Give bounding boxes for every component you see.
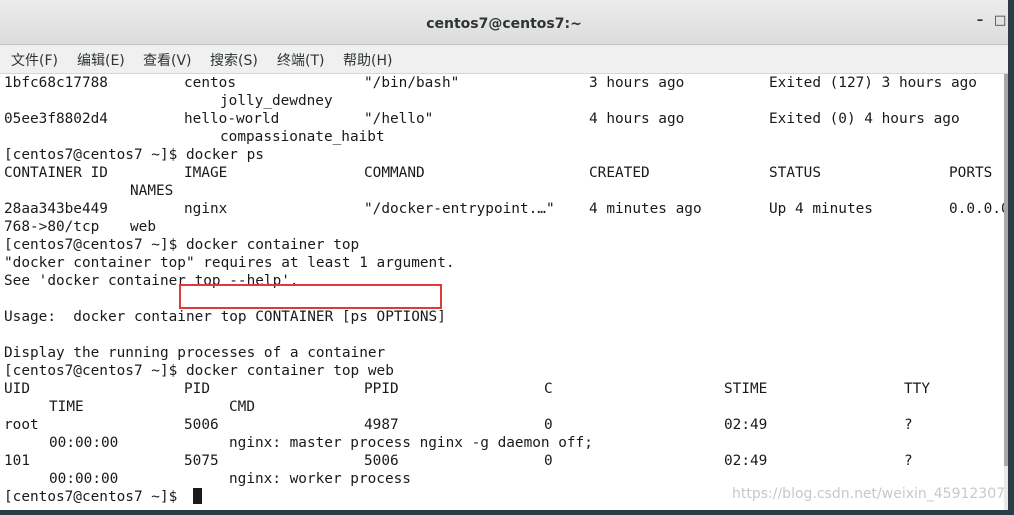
container-command: "/docker-entrypoint.…" <box>364 201 555 217</box>
process-time: 00:00:00 <box>49 435 119 451</box>
menu-bar: 文件(F) 编辑(E) 查看(V) 搜索(S) 终端(T) 帮助(H) <box>0 45 1008 74</box>
container-id: 1bfc68c17788 <box>4 75 108 91</box>
prompt-line: [centos7@centos7 ~]$ docker container to… <box>4 362 394 380</box>
menu-edit[interactable]: 编辑(E) <box>77 50 125 70</box>
column-header: STATUS <box>769 165 821 181</box>
help-hint: See 'docker container top --help'. <box>4 273 299 289</box>
container-name: compassionate_haibt <box>220 129 385 145</box>
prompt-line[interactable]: [centos7@centos7 ~]$ <box>4 488 202 506</box>
column-header: CREATED <box>589 165 650 181</box>
terminal-line: 768->80/tcp web <box>4 218 156 236</box>
container-created: 3 hours ago <box>589 75 685 91</box>
terminal-line: jolly_dewdney <box>4 92 333 110</box>
error-line: "docker container top" requires at least… <box>4 254 455 272</box>
container-ports: 768->80/tcp <box>4 219 100 235</box>
terminal-line: compassionate_haibt <box>4 128 385 146</box>
menu-help[interactable]: 帮助(H) <box>343 50 392 70</box>
prompt-line: [centos7@centos7 ~]$ docker ps <box>4 146 264 164</box>
column-header: C <box>544 381 553 397</box>
terminal-line: NAMES <box>4 182 173 200</box>
container-status: Up 4 minutes <box>769 201 873 217</box>
process-tty: ? <box>904 453 913 469</box>
maximize-button[interactable]: □ <box>994 14 1006 28</box>
process-ppid: 4987 <box>364 417 399 433</box>
command-text: [centos7@centos7 ~]$ docker container to… <box>4 237 360 253</box>
container-command: "/bin/bash" <box>364 75 460 91</box>
process-stime: 02:49 <box>724 453 768 469</box>
menu-view[interactable]: 查看(V) <box>143 50 192 70</box>
container-image: centos <box>184 75 236 91</box>
command-text: [centos7@centos7 ~]$ docker container to… <box>4 363 394 379</box>
process-cmd: nginx: master process nginx -g daemon of… <box>229 435 593 451</box>
column-header: PPID <box>364 381 399 397</box>
column-header: CMD <box>229 399 255 415</box>
watermark: https://blog.csdn.net/weixin_45912307 <box>732 486 1006 502</box>
table-header-row: TIME CMD <box>4 398 255 416</box>
terminal-line: Usage: docker container top CONTAINER [p… <box>4 308 446 326</box>
column-header: STIME <box>724 381 768 397</box>
terminal-line: 1bfc68c17788 centos "/bin/bash" 3 hours … <box>4 74 977 92</box>
terminal-window: centos7@centos7:~ – □ 文件(F) 编辑(E) 查看(V) … <box>0 0 1008 510</box>
title-bar[interactable]: centos7@centos7:~ – □ <box>0 0 1008 45</box>
process-ppid: 5006 <box>364 453 399 469</box>
container-created: 4 hours ago <box>589 111 685 127</box>
process-tty: ? <box>904 417 913 433</box>
container-image: hello-world <box>184 111 280 127</box>
process-uid: root <box>4 417 39 433</box>
column-header: UID <box>4 381 30 397</box>
container-command: "/hello" <box>364 111 434 127</box>
table-header-row: CONTAINER ID IMAGE COMMAND CREATED STATU… <box>4 164 992 182</box>
process-stime: 02:49 <box>724 417 768 433</box>
minimize-button[interactable]: – <box>974 14 986 28</box>
process-pid: 5075 <box>184 453 219 469</box>
process-uid: 101 <box>4 453 30 469</box>
terminal-line: Display the running processes of a conta… <box>4 344 385 362</box>
process-time: 00:00:00 <box>49 471 119 487</box>
container-image: nginx <box>184 201 228 217</box>
menu-terminal[interactable]: 终端(T) <box>277 50 324 70</box>
desktop-background <box>1008 0 1014 515</box>
container-status: Exited (0) 4 hours ago <box>769 111 960 127</box>
prompt-text: [centos7@centos7 ~]$ <box>4 489 186 505</box>
menu-search[interactable]: 搜索(S) <box>210 50 258 70</box>
process-pid: 5006 <box>184 417 219 433</box>
table-header-row: UID PID PPID C STIME TTY <box>4 380 930 398</box>
container-status: Exited (127) 3 hours ago <box>769 75 977 91</box>
prompt-line: [centos7@centos7 ~]$ docker container to… <box>4 236 359 254</box>
terminal-line: See 'docker container top --help'. <box>4 272 299 290</box>
container-name: jolly_dewdney <box>220 93 333 109</box>
column-header: COMMAND <box>364 165 425 181</box>
terminal-line: 05ee3f8802d4 hello-world "/hello" 4 hour… <box>4 110 960 128</box>
column-header: CONTAINER ID <box>4 165 108 181</box>
usage-text: Usage: docker container top CONTAINER [p… <box>4 309 446 325</box>
column-header: IMAGE <box>184 165 228 181</box>
container-id: 05ee3f8802d4 <box>4 111 108 127</box>
process-c: 0 <box>544 417 553 433</box>
column-header: TIME <box>49 399 84 415</box>
column-header: PORTS <box>949 165 993 181</box>
process-c: 0 <box>544 453 553 469</box>
menu-file[interactable]: 文件(F) <box>11 50 58 70</box>
terminal-output[interactable]: 1bfc68c17788 centos "/bin/bash" 3 hours … <box>0 74 1008 510</box>
table-row: 00:00:00 nginx: worker process <box>4 470 411 488</box>
container-ports: 0.0.0.0: <box>949 201 1008 217</box>
text-cursor <box>193 488 202 506</box>
container-name: web <box>130 219 156 235</box>
column-header: TTY <box>904 381 930 397</box>
window-title: centos7@centos7:~ <box>426 16 582 32</box>
table-row: 101 5075 5006 0 02:49 ? <box>4 452 913 470</box>
table-row: 28aa343be449 nginx "/docker-entrypoint.…… <box>4 200 1008 218</box>
error-text: "docker container top" requires at least… <box>4 255 455 271</box>
column-header: PID <box>184 381 210 397</box>
table-row: root 5006 4987 0 02:49 ? <box>4 416 913 434</box>
description-text: Display the running processes of a conta… <box>4 345 386 361</box>
table-row: 00:00:00 nginx: master process nginx -g … <box>4 434 593 452</box>
command-text: [centos7@centos7 ~]$ docker ps <box>4 147 264 163</box>
container-id: 28aa343be449 <box>4 201 108 217</box>
column-header: NAMES <box>130 183 174 199</box>
process-cmd: nginx: worker process <box>229 471 411 487</box>
container-created: 4 minutes ago <box>589 201 702 217</box>
